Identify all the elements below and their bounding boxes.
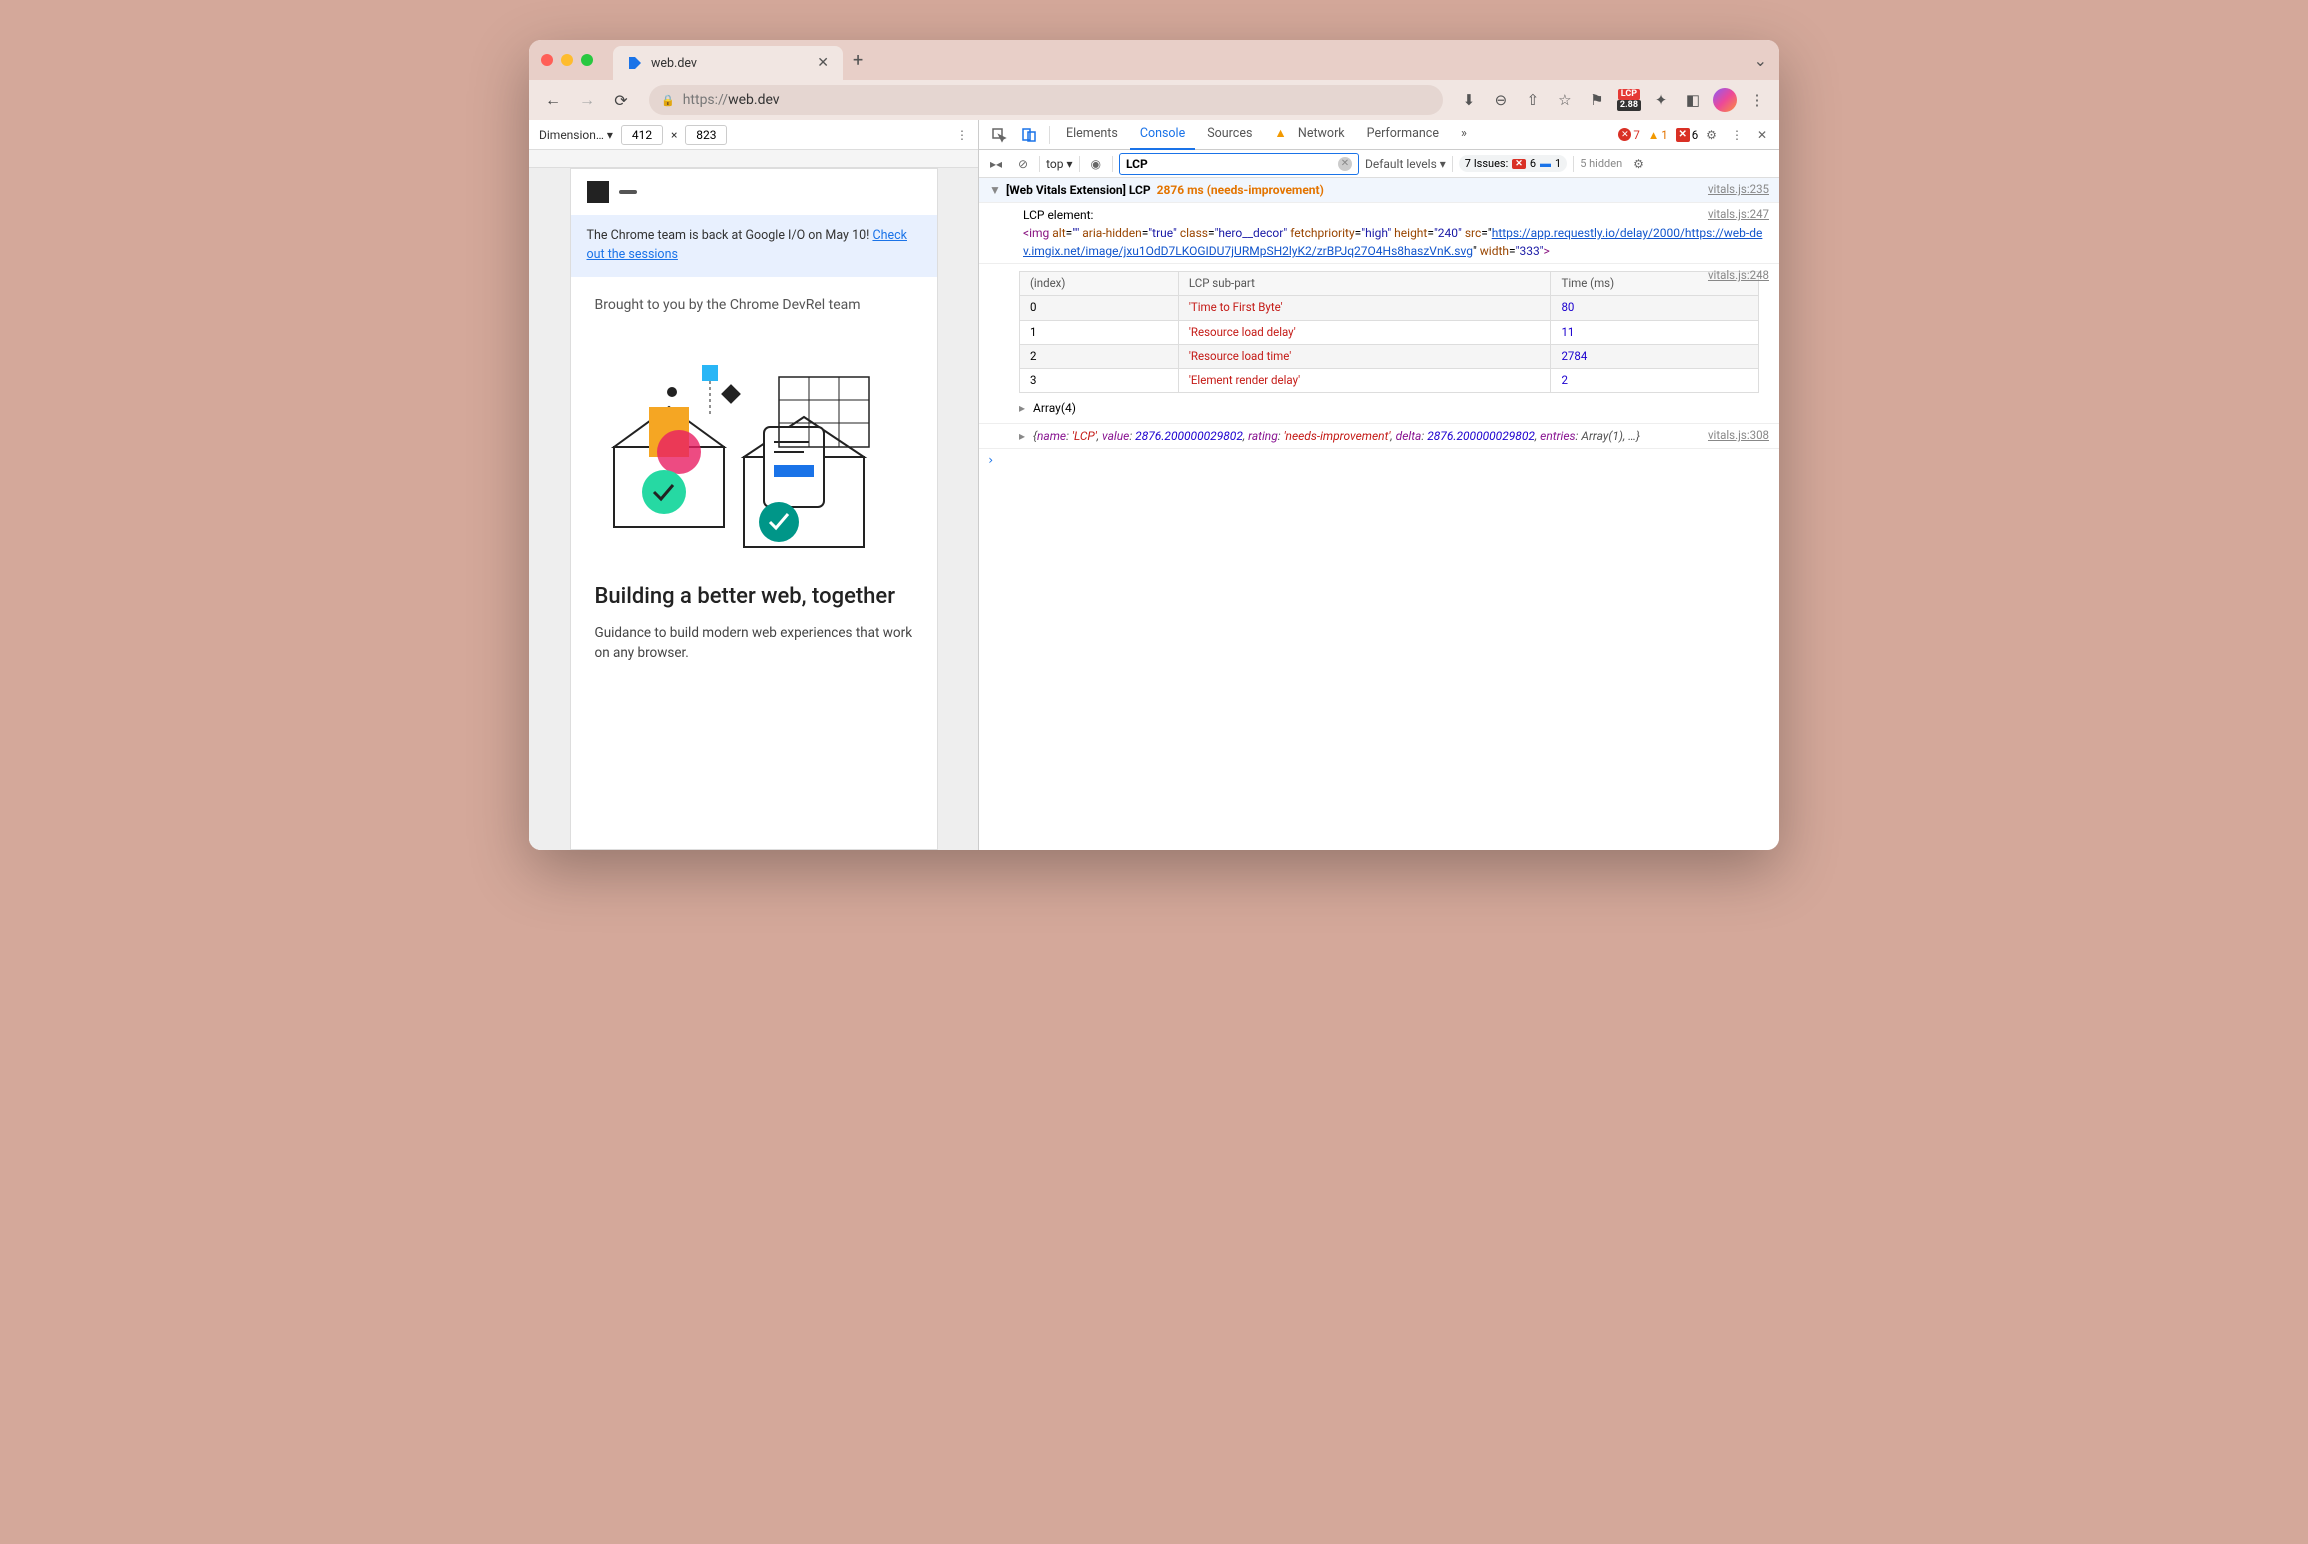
- device-width-input[interactable]: [621, 125, 663, 145]
- error-count: ✕7: [1618, 128, 1639, 142]
- url-protocol: https://: [683, 92, 728, 108]
- flag-icon[interactable]: ⚑: [1585, 88, 1609, 112]
- tab-overflow[interactable]: »: [1451, 120, 1477, 150]
- lock-icon: 🔒: [661, 94, 675, 107]
- ruler: [529, 150, 978, 168]
- console-message: vitals.js:248 (index)LCP sub-partTime (m…: [979, 264, 1779, 424]
- tab-sources[interactable]: Sources: [1197, 120, 1262, 150]
- extensions-icon[interactable]: ✦: [1649, 88, 1673, 112]
- minimize-window-button[interactable]: [561, 54, 573, 66]
- window-controls: [541, 54, 593, 66]
- preview-viewport[interactable]: The Chrome team is back at Google I/O on…: [529, 168, 978, 850]
- device-menu-button[interactable]: ⋮: [956, 128, 968, 142]
- tab-elements[interactable]: Elements: [1056, 120, 1128, 150]
- chrome-tab-strip: web.dev ✕ + ⌄: [529, 40, 1779, 80]
- expand-toggle[interactable]: ▼: [989, 181, 999, 199]
- console-message: vitals.js:247 LCP element: <img alt="" a…: [979, 203, 1779, 264]
- log-levels-selector[interactable]: Default levels ▾: [1365, 157, 1446, 171]
- table-row: 3'Element render delay'2: [1020, 369, 1759, 393]
- url-host: web.dev: [728, 92, 780, 108]
- console-filter-input[interactable]: ✕: [1119, 153, 1359, 175]
- rendered-page: The Chrome team is back at Google I/O on…: [570, 168, 938, 850]
- hero-illustration: [595, 327, 913, 567]
- live-expression-icon[interactable]: ◉: [1086, 154, 1106, 174]
- share-icon[interactable]: ⇧: [1521, 88, 1545, 112]
- expand-toggle[interactable]: ▸: [1019, 427, 1029, 445]
- site-favicon: [627, 55, 643, 71]
- download-icon[interactable]: ⬇: [1457, 88, 1481, 112]
- expand-toggle[interactable]: ▸: [1019, 399, 1029, 417]
- tab-network[interactable]: ▲ Network: [1264, 120, 1354, 150]
- chrome-menu-button[interactable]: ⋮: [1745, 88, 1769, 112]
- tab-close-button[interactable]: ✕: [817, 55, 829, 71]
- console-message: vitals.js:308 ▸{name: 'LCP', value: 2876…: [979, 424, 1779, 449]
- console-table: (index)LCP sub-partTime (ms) 0'Time to F…: [1019, 271, 1759, 393]
- source-link[interactable]: vitals.js:248: [1708, 267, 1769, 284]
- devtools-tab-bar: Elements Console Sources ▲ Network Perfo…: [979, 120, 1779, 150]
- warning-count: ▲1: [1648, 128, 1668, 142]
- table-row: 2'Resource load time'2784: [1020, 344, 1759, 368]
- byline: Brought to you by the Chrome DevRel team: [595, 297, 913, 313]
- forward-button[interactable]: →: [573, 86, 601, 114]
- hidden-messages-count[interactable]: 5 hidden: [1580, 157, 1622, 170]
- close-window-button[interactable]: [541, 54, 553, 66]
- console-prompt[interactable]: ›: [979, 449, 1779, 471]
- logged-object[interactable]: ▸{name: 'LCP', value: 2876.200000029802,…: [989, 427, 1769, 445]
- console-output[interactable]: ▼ [Web Vitals Extension] LCP 2876 ms (ne…: [979, 178, 1779, 850]
- browser-tab[interactable]: web.dev ✕: [613, 46, 843, 80]
- execution-context-selector[interactable]: top ▾: [1046, 157, 1072, 171]
- page-header: [571, 169, 937, 215]
- issues-pill[interactable]: 7 Issues: ✕6 ▬1: [1459, 155, 1567, 172]
- zoom-icon[interactable]: ⊖: [1489, 88, 1513, 112]
- device-toggle-icon[interactable]: [1015, 123, 1043, 147]
- devtools-close-button[interactable]: ✕: [1751, 124, 1773, 146]
- tab-console[interactable]: Console: [1130, 120, 1195, 150]
- lcp-extension-badge[interactable]: LCP 2.88: [1617, 89, 1641, 112]
- back-button[interactable]: ←: [539, 86, 567, 114]
- clear-filter-button[interactable]: ✕: [1338, 157, 1352, 171]
- devtools-menu-button[interactable]: ⋮: [1725, 124, 1749, 146]
- tab-performance[interactable]: Performance: [1357, 120, 1449, 150]
- device-toolbar: Dimension… ▾ × ⋮: [529, 120, 978, 150]
- maximize-window-button[interactable]: [581, 54, 593, 66]
- dimensions-dropdown[interactable]: Dimension… ▾: [539, 128, 613, 142]
- chrome-toolbar: ← → ⟳ 🔒 https://web.dev ⬇ ⊖ ⇧ ☆ ⚑ LCP 2.…: [529, 80, 1779, 120]
- logged-element[interactable]: <img alt="" aria-hidden="true" class="he…: [989, 224, 1769, 260]
- console-message: ▼ [Web Vitals Extension] LCP 2876 ms (ne…: [979, 178, 1779, 203]
- page-description: Guidance to build modern web experiences…: [595, 623, 913, 664]
- tab-title: web.dev: [651, 56, 697, 71]
- toolbar-icons: ⬇ ⊖ ⇧ ☆ ⚑ LCP 2.88 ✦ ◧ ⋮: [1457, 88, 1769, 112]
- new-tab-button[interactable]: +: [853, 50, 863, 71]
- source-link[interactable]: vitals.js:308: [1708, 427, 1769, 444]
- address-bar[interactable]: 🔒 https://web.dev: [649, 85, 1443, 115]
- menu-icon[interactable]: [619, 190, 637, 194]
- table-row: 1'Resource load delay'11: [1020, 320, 1759, 344]
- device-preview-panel: Dimension… ▾ × ⋮ The Chrome team is back…: [529, 120, 979, 850]
- page-banner: The Chrome team is back at Google I/O on…: [571, 215, 937, 277]
- devtools-panel: Elements Console Sources ▲ Network Perfo…: [979, 120, 1779, 850]
- blocked-count: ✕6: [1676, 128, 1698, 142]
- error-counts[interactable]: ✕7 ▲1 ✕6: [1618, 128, 1698, 142]
- dimension-separator: ×: [671, 128, 677, 142]
- table-row: 0'Time to First Byte'80: [1020, 296, 1759, 320]
- tab-overflow-button[interactable]: ⌄: [1754, 51, 1767, 70]
- source-link[interactable]: vitals.js:235: [1708, 181, 1769, 198]
- source-link[interactable]: vitals.js:247: [1708, 206, 1769, 223]
- console-sidebar-toggle[interactable]: ▸◂: [985, 154, 1007, 174]
- inspect-element-icon[interactable]: [985, 123, 1013, 147]
- console-settings-icon[interactable]: ⚙: [1628, 154, 1649, 174]
- site-logo[interactable]: [587, 181, 609, 203]
- browser-window: web.dev ✕ + ⌄ ← → ⟳ 🔒 https://web.dev ⬇ …: [529, 40, 1779, 850]
- page-heading: Building a better web, together: [595, 583, 913, 612]
- sidepanel-icon[interactable]: ◧: [1681, 88, 1705, 112]
- devtools-settings-icon[interactable]: ⚙: [1700, 124, 1723, 146]
- clear-console-button[interactable]: ⊘: [1013, 154, 1033, 174]
- device-height-input[interactable]: [685, 125, 727, 145]
- console-toolbar: ▸◂ ⊘ top ▾ ◉ ✕ Default levels ▾ 7 Issues…: [979, 150, 1779, 178]
- profile-avatar[interactable]: [1713, 88, 1737, 112]
- bookmark-icon[interactable]: ☆: [1553, 88, 1577, 112]
- reload-button[interactable]: ⟳: [607, 86, 635, 114]
